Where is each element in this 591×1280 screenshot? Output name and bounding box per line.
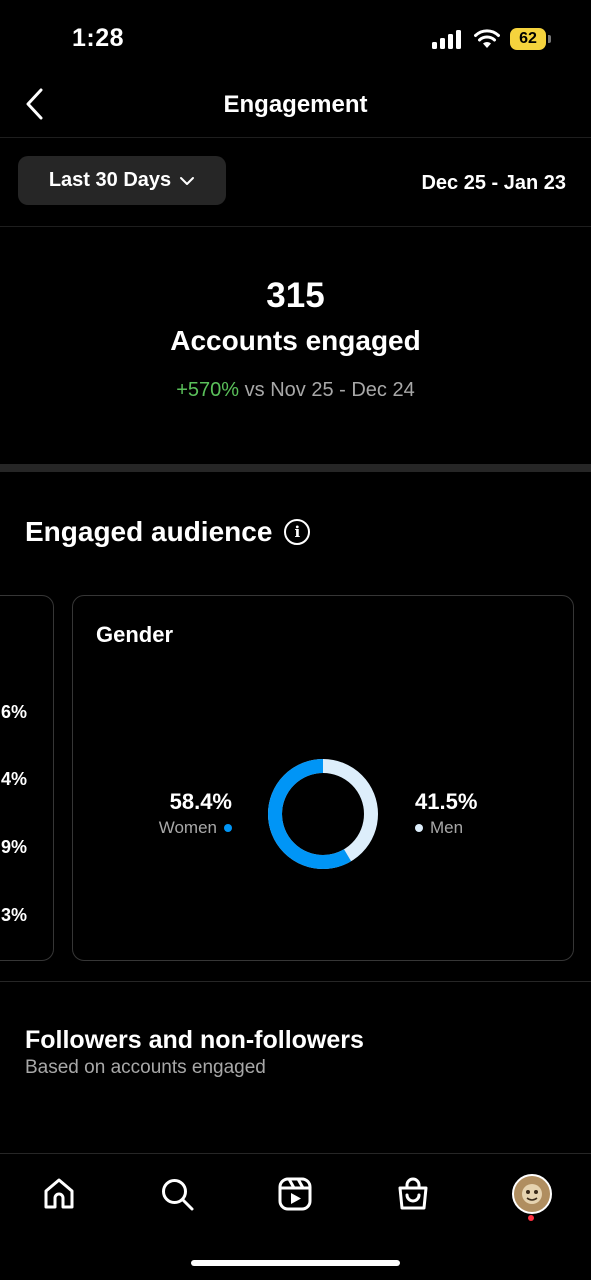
nav-search[interactable] bbox=[155, 1172, 199, 1216]
header: Engagement bbox=[0, 80, 591, 138]
men-stat: 41.5% Men bbox=[415, 789, 477, 838]
shop-icon bbox=[398, 1177, 428, 1210]
battery-level: 62 bbox=[510, 28, 546, 50]
gender-donut-chart bbox=[268, 759, 378, 869]
men-percent: 41.5% bbox=[415, 789, 478, 814]
engaged-audience-heading: Engaged audience bbox=[25, 516, 273, 547]
women-label: Women bbox=[158, 818, 217, 837]
followers-section-title: Followers and non-followers bbox=[25, 1026, 364, 1054]
date-range-text: Dec 25 - Jan 23 bbox=[421, 172, 566, 194]
women-percent: 58.4% bbox=[169, 789, 232, 814]
women-stat: 58.4% Women bbox=[152, 789, 232, 838]
nav-home[interactable] bbox=[37, 1172, 81, 1216]
comparison-period: vs Nov 25 - Dec 24 bbox=[244, 379, 415, 401]
nav-shop[interactable] bbox=[391, 1172, 435, 1216]
status-time: 1:28 bbox=[72, 24, 125, 52]
notification-dot bbox=[528, 1215, 534, 1221]
date-range-dropdown[interactable]: Last 30 Days bbox=[18, 156, 226, 205]
audience-value: 4% bbox=[1, 769, 28, 789]
accounts-engaged-count: 315 bbox=[266, 276, 325, 315]
battery-indicator: 62 bbox=[510, 28, 551, 50]
profile-avatar bbox=[512, 1174, 552, 1214]
audience-value: 6% bbox=[1, 702, 28, 722]
audience-value: 3% bbox=[1, 905, 28, 925]
gender-card[interactable]: Gender 58.4% Women 41.5% Men bbox=[72, 595, 574, 961]
wifi-icon bbox=[474, 29, 500, 48]
followers-section-subtitle: Based on accounts engaged bbox=[25, 1057, 266, 1078]
audience-value: 9% bbox=[1, 837, 28, 857]
date-range-dropdown-label: Last 30 Days bbox=[48, 169, 172, 191]
page-title: Engagement bbox=[223, 91, 368, 118]
gender-card-title: Gender bbox=[96, 622, 174, 647]
divider bbox=[0, 981, 591, 982]
section-divider bbox=[0, 464, 591, 472]
home-icon bbox=[44, 1178, 74, 1209]
filter-row: Last 30 Days Dec 25 - Jan 23 bbox=[0, 139, 591, 227]
accounts-engaged-label: Accounts engaged bbox=[170, 325, 421, 356]
status-icons: 62 bbox=[432, 28, 551, 50]
nav-profile[interactable] bbox=[510, 1172, 554, 1216]
men-label: Men bbox=[430, 818, 464, 837]
change-percent: +570% bbox=[176, 379, 240, 401]
women-legend-dot bbox=[224, 824, 232, 832]
reels-icon bbox=[278, 1177, 312, 1211]
info-icon[interactable]: i bbox=[284, 519, 311, 545]
audience-card-partial[interactable]: 6% 4% 9% 3% bbox=[0, 595, 54, 961]
nav-reels[interactable] bbox=[273, 1172, 317, 1216]
cellular-signal-icon bbox=[432, 30, 461, 49]
men-legend-dot bbox=[415, 824, 423, 832]
engaged-audience-title: Engaged audience i bbox=[25, 516, 311, 548]
comparison-text: +570% vs Nov 25 - Dec 24 bbox=[0, 379, 591, 402]
chevron-down-icon bbox=[180, 176, 195, 185]
home-indicator bbox=[191, 1260, 400, 1266]
status-bar: 1:28 62 bbox=[0, 0, 591, 80]
engagement-summary: 315 Accounts engaged +570% vs Nov 25 - D… bbox=[0, 228, 591, 464]
search-icon bbox=[162, 1179, 194, 1211]
